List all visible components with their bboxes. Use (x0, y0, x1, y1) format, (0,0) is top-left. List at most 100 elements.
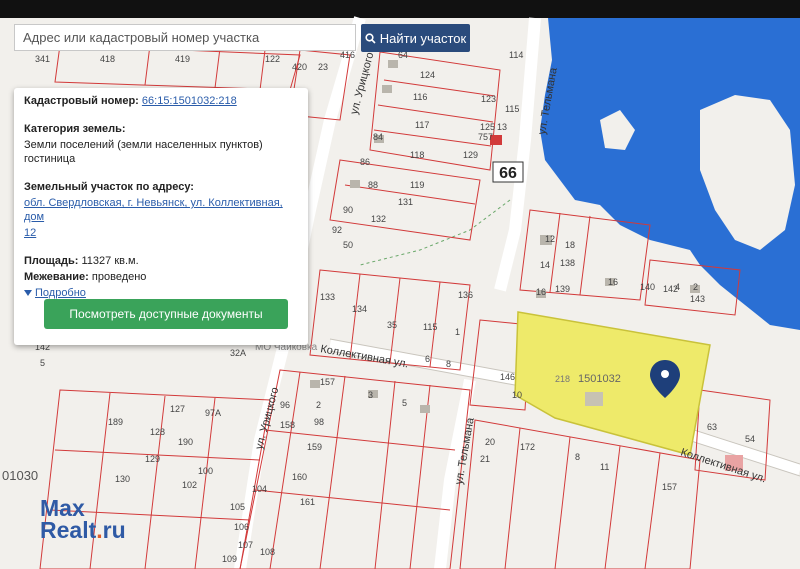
plot-number-label: 90 (343, 205, 353, 215)
plot-number-label: 106 (234, 522, 249, 532)
plot-number-label: 341 (35, 54, 50, 64)
plot-number-label: 2 (693, 282, 698, 292)
plot-number-label: 139 (555, 284, 570, 294)
plot-number-label: 115 (423, 322, 437, 332)
parcel-label-218: 218 (555, 374, 570, 384)
building (585, 392, 603, 406)
plot-number-label: 97A (205, 408, 221, 418)
plot-number-label: 127 (170, 404, 185, 414)
parcel-label-1501032: 1501032 (578, 373, 621, 385)
search-input[interactable]: Адрес или кадастровый номер участка (14, 24, 356, 51)
plot-number-label: 129 (145, 454, 160, 464)
survey-label: Межевание: (24, 271, 89, 283)
plot-number-label: 108 (260, 547, 275, 557)
land-category-value: Земли поселений (земли населенных пункто… (24, 139, 263, 165)
plot-number-label: 160 (292, 472, 307, 482)
plot-number-label: 88 (368, 180, 378, 190)
parcel-info-card: Кадастровый номер: 66:15:1501032:218 Кат… (14, 88, 308, 345)
plot-number-label: 13 (497, 122, 507, 132)
plot-number-label: 140 (640, 282, 655, 292)
survey-value: проведено (91, 271, 147, 283)
area-label: Площадь: (24, 255, 79, 267)
plot-number-label: 98 (314, 417, 324, 427)
watermark-logo: Max Realt.ru (40, 497, 126, 543)
plot-number-label: 159 (307, 442, 322, 452)
plot-number-label: 190 (178, 437, 193, 447)
plot-number-label: 63 (707, 422, 717, 432)
plot-number-label: 100 (198, 466, 213, 476)
plot-number-label: 118 (410, 150, 424, 160)
plot-number-label: 5 (40, 358, 45, 368)
plot-number-label: 6 (425, 354, 430, 364)
plot-number-label: 157 (320, 377, 335, 387)
address-label: Земельный участок по адресу: (24, 181, 194, 193)
screen-bezel-top (0, 0, 800, 18)
plot-number-label: 16 (608, 277, 618, 287)
quarter-label: 01030 (2, 468, 38, 483)
svg-text:66: 66 (499, 165, 517, 182)
plot-number-label: 4 (675, 282, 680, 292)
search-button[interactable]: Найти участок (361, 24, 470, 52)
plot-number-label: 8 (575, 452, 580, 462)
plot-number-label: 115 (505, 104, 519, 114)
plot-number-label: 35 (387, 320, 397, 330)
plot-number-label: 116 (413, 92, 427, 102)
plot-number-label: 18 (565, 240, 575, 250)
plot-number-label: 124 (420, 70, 435, 80)
plot-number-label: 138 (560, 258, 575, 268)
plot-number-label: 2 (316, 400, 321, 410)
plot-number-label: 105 (230, 502, 245, 512)
plot-number-label: 16 (536, 287, 546, 297)
plot-number-label: 189 (108, 417, 123, 427)
address-link-line-1[interactable]: обл. Свердловская, г. Невьянск, ул. Колл… (24, 196, 298, 224)
plot-number-label: 5 (402, 398, 407, 408)
plot-number-label: 157 (662, 482, 677, 492)
plot-number-label: 21 (480, 454, 490, 464)
plot-number-label: 419 (175, 54, 190, 64)
plot-number-label: 132 (371, 214, 386, 224)
plot-number-label: 20 (485, 437, 495, 447)
plot-number-label: 1 (455, 327, 460, 337)
plot-number-label: 136 (458, 290, 473, 300)
plot-number-label: 128 (150, 427, 165, 437)
plot-number-label: 146 (500, 372, 515, 382)
plot-number-label: 117 (415, 120, 429, 130)
cadastral-number-label: Кадастровый номер: (24, 95, 139, 107)
plot-number-label: 54 (745, 434, 755, 444)
plot-number-label: 10 (512, 390, 522, 400)
plot-number-label: 122 (265, 54, 280, 64)
view-documents-button[interactable]: Посмотреть доступные документы (44, 299, 288, 329)
plot-number-label: 133 (320, 292, 335, 302)
triangle-down-icon (24, 290, 32, 297)
land-category-label: Категория земель: (24, 123, 126, 135)
plot-number-label: 143 (690, 294, 705, 304)
plot-number-label: 8 (446, 359, 451, 369)
details-toggle[interactable]: Подробно (24, 286, 298, 300)
plot-number-label: 130 (115, 474, 130, 484)
plot-number-label: 86 (360, 157, 370, 167)
plot-number-label: 12 (545, 234, 555, 244)
cadastral-number-link[interactable]: 66:15:1501032:218 (142, 95, 237, 107)
address-link-line-2[interactable]: 12 (24, 226, 298, 240)
plot-number-label: 50 (343, 240, 353, 250)
plot-number-label: 129 (463, 150, 478, 160)
plot-number-label: 3 (368, 390, 373, 400)
details-toggle-label: Подробно (35, 287, 86, 299)
plot-number-label: 104 (252, 484, 267, 494)
plot-number-label: 92 (332, 225, 342, 235)
plot-number-label: 125 (480, 122, 495, 132)
plot-number-label: 107 (238, 540, 253, 550)
plot-number-label: 96 (280, 400, 290, 410)
plot-number-label: 102 (182, 480, 197, 490)
plot-number-label: 84 (373, 132, 383, 142)
plot-number-label: 114 (509, 50, 523, 60)
plot-number-label: 119 (410, 180, 424, 190)
plot-number-label: 158 (280, 420, 295, 430)
plot-number-label: 32A (230, 348, 246, 358)
plot-number-label: 757 (478, 132, 493, 142)
area-value: 11327 кв.м. (81, 255, 139, 267)
plot-number-label: 11 (600, 462, 609, 472)
plot-number-label: 420 (292, 62, 307, 72)
search-icon (365, 32, 376, 44)
watermark-line-2: Realt.ru (40, 517, 126, 543)
